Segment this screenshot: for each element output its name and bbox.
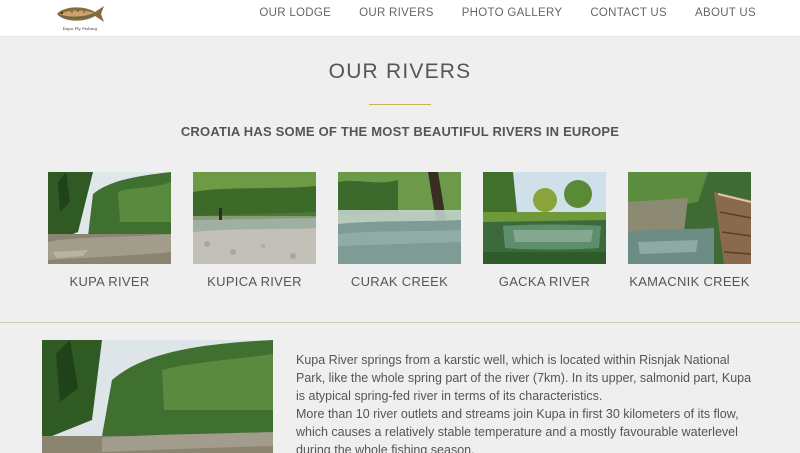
river-name-kupa[interactable]: KUPA RIVER — [48, 274, 171, 289]
river-photo-curak[interactable] — [338, 172, 461, 264]
kupa-river-detail-photo — [42, 340, 273, 453]
page-tagline: CROATIA HAS SOME OF THE MOST BEAUTIFUL R… — [180, 124, 620, 139]
nav-photo-gallery[interactable]: PHOTO GALLERY — [462, 7, 563, 19]
title-underline — [369, 104, 431, 105]
river-description: Kupa River springs from a karstic well, … — [296, 351, 756, 453]
nav-our-rivers[interactable]: OUR RIVERS — [359, 7, 434, 19]
river-card-curak[interactable]: CURAK CREEK — [338, 172, 461, 289]
description-paragraph-1: Kupa River springs from a karstic well, … — [296, 353, 752, 403]
nav-about-us[interactable]: ABOUT US — [695, 7, 756, 19]
river-photo-kupa[interactable] — [48, 172, 171, 264]
river-photo-gacka[interactable] — [483, 172, 606, 264]
trout-logo-icon — [57, 6, 104, 22]
nav-our-lodge[interactable]: OUR LODGE — [259, 7, 331, 19]
description-paragraph-2: More than 10 river outlets and streams j… — [296, 407, 739, 453]
nav-contact-us[interactable]: CONTACT US — [590, 7, 667, 19]
river-card-kupica[interactable]: KUPICA RIVER — [193, 172, 316, 289]
river-gallery: KUPA RIVER KUPICA RIVER CURAK CREEK GACK… — [48, 172, 752, 297]
river-name-kupica[interactable]: KUPICA RIVER — [193, 274, 316, 289]
site-logo[interactable]: Kupa Fly Fishing — [52, 3, 108, 33]
river-name-curak[interactable]: CURAK CREEK — [338, 274, 461, 289]
river-photo-kamacnik[interactable] — [628, 172, 751, 264]
logo-text: Kupa Fly Fishing — [62, 26, 98, 31]
river-card-kupa[interactable]: KUPA RIVER — [48, 172, 171, 289]
river-card-gacka[interactable]: GACKA RIVER — [483, 172, 606, 289]
river-photo-kupica[interactable] — [193, 172, 316, 264]
section-divider — [0, 322, 800, 323]
river-card-kamacnik[interactable]: KAMACNIK CREEK — [628, 172, 751, 289]
river-name-gacka[interactable]: GACKA RIVER — [483, 274, 606, 289]
main-nav: OUR LODGE OUR RIVERS PHOTO GALLERY CONTA… — [259, 7, 756, 19]
page-title: OUR RIVERS — [328, 60, 472, 83]
top-navigation-bar: Kupa Fly Fishing OUR LODGE OUR RIVERS PH… — [0, 0, 800, 37]
river-name-kamacnik[interactable]: KAMACNIK CREEK — [628, 274, 751, 289]
